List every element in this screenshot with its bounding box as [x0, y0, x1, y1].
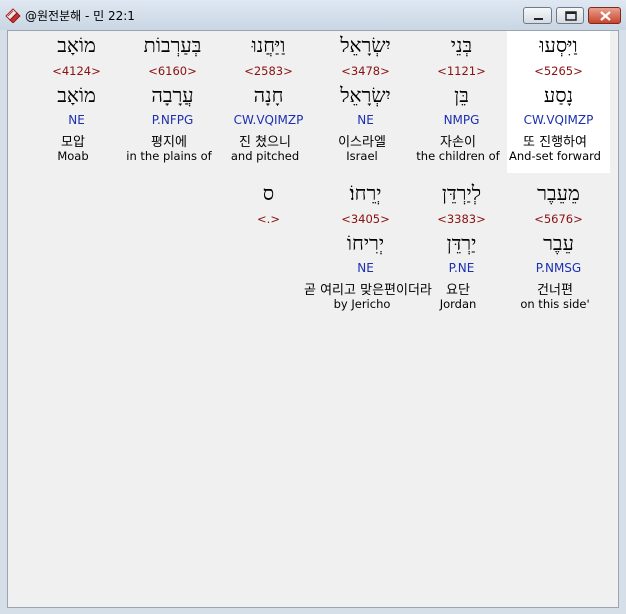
close-button[interactable] [588, 7, 621, 24]
morphology-code: P.NE [448, 261, 475, 275]
strong-number: <3478> [341, 64, 390, 78]
word-cell[interactable]: מֵעֵבֶר <5676> עֵבֶר P.NMSG 건너편 on this side' [507, 179, 610, 315]
hebrew-word: בְּנֵי [450, 33, 473, 57]
hebrew-lemma: נָסַע [543, 83, 574, 107]
morphology-code: P.NMSG [535, 261, 582, 275]
morphology-code: NE [357, 261, 374, 275]
word-cell[interactable]: בְּעַרְבוֹת <6160> עֲרָבָה P.NFPG 평지에 in the … [121, 31, 224, 173]
word-cell[interactable]: יְרֵחוֹ׃ <3405> יְרִיחוֹ NE 곧 여리고 맞은편이더라 by J… [304, 179, 432, 315]
minimize-icon [534, 18, 543, 20]
morphology-code: NE [68, 113, 85, 127]
app-window: @원전분해 - 민 22:1 וַיִּסְעוּ <5265> נָסַע CW.V… [0, 0, 626, 614]
maximize-icon [565, 11, 577, 21]
hebrew-lemma: יַרְדֵּן [446, 231, 477, 255]
korean-gloss: 모압 [61, 135, 85, 150]
hebrew-word: ס [262, 181, 275, 205]
morphology-code: P.NFPG [151, 113, 194, 127]
hebrew-lemma: יִשְׂרָאֵל [340, 83, 391, 107]
strong-number: <3383> [437, 212, 486, 226]
hebrew-word: לְיַרְדֵּן [441, 181, 482, 205]
hebrew-word: מוֹאָב [57, 33, 96, 57]
strong-number: <6160> [148, 64, 197, 78]
hebrew-word: וַיִּסְעוּ [539, 33, 578, 57]
hebrew-lemma: עֲרָבָה [151, 83, 194, 107]
morphology-code: NMPG [443, 113, 480, 127]
hebrew-word: בְּעַרְבוֹת [143, 33, 202, 57]
hebrew-lemma: עֵבֶר [543, 231, 574, 255]
word-cell[interactable]: בְּנֵי <1121> בֵּן NMPG 자손이 the children of [410, 31, 513, 173]
strong-number: <4124> [52, 64, 101, 78]
hebrew-lemma: בֵּן [454, 83, 469, 107]
strong-number: <5265> [534, 64, 583, 78]
morphology-code: CW.VQIMZP [233, 113, 304, 127]
hebrew-word: יִשְׂרָאֵל [340, 33, 391, 57]
hebrew-lemma: חָנָה [253, 83, 284, 107]
strong-number: <.> [257, 212, 280, 226]
strong-number: <2583> [244, 64, 293, 78]
close-icon [600, 11, 611, 21]
strong-number: <1121> [437, 64, 486, 78]
minimize-button[interactable] [523, 7, 552, 24]
morphology-code: CW.VQIMZP [523, 113, 594, 127]
app-icon [5, 8, 21, 23]
hebrew-lemma: מוֹאָב [57, 83, 96, 107]
title-bar[interactable]: @원전분해 - 민 22:1 [0, 0, 626, 30]
morphology-code: NE [357, 113, 374, 127]
word-cell[interactable]: יִשְׂרָאֵל <3478> יִשְׂרָאֵל NE 이스라엘 Israel [314, 31, 417, 173]
hebrew-word: מֵעֵבֶר [537, 181, 580, 205]
word-cell-selected[interactable]: וַיִּסְעוּ <5265> נָסַע CW.VQIMZP 또 진행하여 And-… [507, 31, 610, 173]
window-title: @원전분해 - 민 22:1 [25, 9, 135, 23]
word-cell[interactable]: ס <.> [217, 179, 320, 315]
hebrew-lemma: יְרִיחוֹ [346, 231, 385, 255]
hebrew-word: וַיַּחֲנוּ [251, 33, 286, 57]
strong-number: <3405> [341, 212, 390, 226]
korean-gloss: 곧 여리고 맞은편이더라 [304, 283, 432, 298]
word-cell[interactable]: וַיַּחֲנוּ <2583> חָנָה CW.VQIMZP 진 쳤으니 and p… [217, 31, 320, 173]
hebrew-word: יְרֵחוֹ׃ [349, 181, 382, 205]
word-cell[interactable]: מוֹאָב <4124> מוֹאָב NE 모압 Moab [25, 31, 128, 173]
english-gloss: by Jericho [333, 297, 391, 311]
maximize-button[interactable] [556, 7, 584, 24]
interlinear-panel: וַיִּסְעוּ <5265> נָסַע CW.VQIMZP 또 진행하여 And-… [7, 30, 619, 608]
strong-number: <5676> [534, 212, 583, 226]
english-gloss: Moab [57, 149, 89, 163]
